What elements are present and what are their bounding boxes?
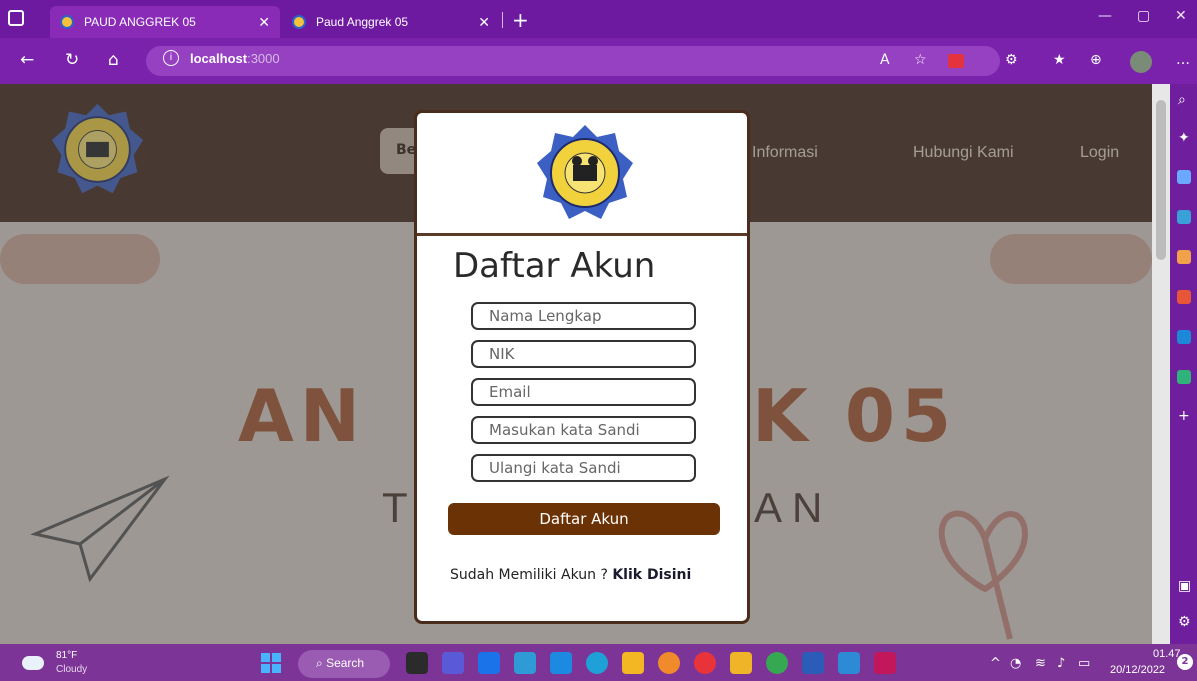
outlook-icon[interactable] (1177, 330, 1191, 344)
extensions-puzzle-icon[interactable]: ⚙ (1005, 52, 1018, 68)
paud-anggrek-logo-icon (537, 125, 633, 219)
lens-app-icon[interactable] (514, 652, 536, 674)
network-icon[interactable]: ◔ (1010, 656, 1021, 671)
tree-icon[interactable] (1177, 370, 1191, 384)
password-input[interactable] (471, 416, 696, 444)
window-close-icon[interactable]: ✕ (1175, 8, 1187, 24)
widgets-icon[interactable] (478, 652, 500, 674)
taskbar-search-label: Search (326, 656, 365, 670)
url-port: :3000 (247, 51, 280, 66)
weather-temperature[interactable]: 81°F (56, 650, 77, 661)
tab-title: Paud Anggrek 05 (316, 15, 409, 29)
extension-icon[interactable] (948, 54, 964, 68)
notification-badge[interactable]: 2 (1177, 654, 1193, 670)
more-menu-icon[interactable]: … (1176, 52, 1190, 68)
scrollbar-thumb[interactable] (1156, 100, 1166, 260)
url-host: localhost (190, 51, 248, 66)
chrome-icon[interactable] (766, 652, 788, 674)
login-prompt-text: Sudah Memiliki Akun ? (450, 567, 613, 583)
edge-icon[interactable] (586, 652, 608, 674)
task-view-icon[interactable] (406, 652, 428, 674)
new-tab-icon[interactable]: + (512, 8, 529, 32)
vscode-icon[interactable] (838, 652, 860, 674)
profile-avatar[interactable] (1130, 51, 1152, 73)
close-tab-icon[interactable]: ✕ (478, 14, 490, 31)
minimize-icon[interactable]: — (1098, 8, 1112, 24)
collections-icon[interactable]: ⊕ (1090, 52, 1102, 68)
site-favicon-icon (60, 15, 74, 29)
home-icon[interactable]: ⌂ (108, 50, 119, 70)
site-favicon-icon (292, 15, 306, 29)
games-icon[interactable] (1177, 250, 1191, 264)
register-modal: Daftar Akun Daftar Akun Sudah Memiliki A… (414, 110, 750, 624)
start-button[interactable] (261, 653, 281, 673)
restore-icon[interactable]: ▢ (1137, 8, 1150, 24)
tray-chevron-icon[interactable]: ^ (990, 656, 1001, 671)
taskbar-search[interactable]: ⌕ Search (298, 650, 390, 678)
login-link[interactable]: Klik Disini (612, 567, 691, 583)
word-icon[interactable] (802, 652, 824, 674)
modal-title: Daftar Akun (453, 246, 656, 286)
volume-icon[interactable]: ♪ (1057, 656, 1065, 671)
search-icon[interactable]: ⌕ (1178, 92, 1186, 108)
cloud-icon[interactable] (22, 656, 44, 670)
site-info-icon[interactable]: i (163, 50, 179, 66)
teams-icon[interactable] (442, 652, 464, 674)
sidebar-settings-icon[interactable]: ⚙ (1178, 614, 1191, 630)
clock-date[interactable]: 20/12/2022 (1110, 664, 1165, 676)
favorite-star-icon[interactable]: ☆ (914, 52, 927, 68)
tools-icon[interactable] (1177, 210, 1191, 224)
file-explorer-icon[interactable] (622, 652, 644, 674)
firefox-icon[interactable] (658, 652, 680, 674)
tab-title: PAUD ANGGREK 05 (84, 15, 196, 29)
shopping-icon[interactable] (1177, 170, 1191, 184)
battery-icon[interactable]: ▭ (1078, 656, 1090, 671)
sticky-app-icon[interactable] (730, 652, 752, 674)
hide-sidebar-icon[interactable]: ▣ (1178, 578, 1191, 594)
tab-paud-anggrek-active[interactable]: PAUD ANGGREK 05 ✕ (50, 6, 280, 38)
tab-separator (502, 12, 503, 28)
url-text[interactable]: localhost:3000 (190, 51, 280, 66)
read-aloud-icon[interactable]: A (880, 52, 890, 68)
email-input[interactable] (471, 378, 696, 406)
login-prompt: Sudah Memiliki Akun ? Klik Disini (450, 567, 691, 583)
mail-icon[interactable] (550, 652, 572, 674)
tab-actions-icon[interactable] (8, 10, 24, 26)
nik-input[interactable] (471, 340, 696, 368)
confirm-password-input[interactable] (471, 454, 696, 482)
weather-condition[interactable]: Cloudy (56, 664, 87, 675)
edge-sidebar (1170, 84, 1197, 644)
close-tab-icon[interactable]: ✕ (258, 14, 270, 31)
discover-icon[interactable]: ✦ (1178, 130, 1190, 146)
clock-time[interactable]: 01.47 (1153, 648, 1181, 660)
register-button[interactable]: Daftar Akun (448, 503, 720, 535)
back-icon[interactable]: ← (20, 50, 34, 70)
office-icon[interactable] (1177, 290, 1191, 304)
full-name-input[interactable] (471, 302, 696, 330)
opera-icon[interactable] (694, 652, 716, 674)
modal-divider (417, 233, 747, 236)
favorites-icon[interactable]: ★ (1053, 52, 1066, 68)
refresh-icon[interactable]: ↻ (65, 50, 79, 70)
wifi-icon[interactable]: ≋ (1035, 656, 1046, 671)
xampp-icon[interactable] (874, 652, 896, 674)
tab-paud-anggrek[interactable]: Paud Anggrek 05 ✕ (282, 6, 500, 38)
add-sidebar-icon[interactable]: + (1178, 408, 1190, 424)
